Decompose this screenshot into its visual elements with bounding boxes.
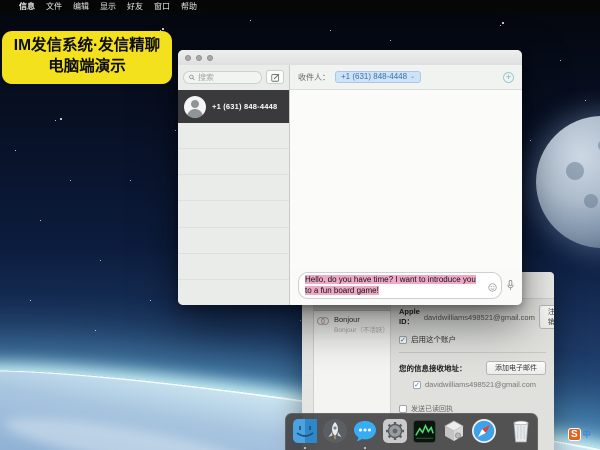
search-icon — [189, 74, 195, 81]
dock-icon-launchpad[interactable] — [322, 418, 348, 445]
conversation-list — [178, 123, 289, 305]
add-email-button[interactable]: 添加电子邮件 — [486, 361, 546, 375]
to-bar: 收件人： +1 (631) 848-4448 ⌄ + — [290, 65, 522, 90]
empty-row — [178, 175, 289, 201]
empty-row — [178, 123, 289, 149]
bonjour-title: Bonjour — [334, 315, 387, 324]
compose-icon — [271, 73, 280, 82]
system-preferences-gear-icon — [382, 418, 408, 444]
menu-item-window[interactable]: 窗口 — [154, 1, 170, 12]
launchpad-rocket-icon — [322, 418, 348, 444]
message-transcript — [290, 90, 522, 268]
account-row-bonjour[interactable]: Bonjour Bonjour（不活跃） — [314, 311, 390, 338]
apple-id-value: davidwilliams498521@gmail.com — [424, 313, 535, 322]
enable-account-checkbox[interactable]: ✓ — [399, 336, 407, 344]
safari-compass-icon — [471, 418, 497, 444]
menu-item-edit[interactable]: 编辑 — [73, 1, 89, 12]
compose-button[interactable] — [266, 70, 284, 84]
watermark-marks: ⁺˖ — [593, 431, 600, 438]
avatar — [184, 96, 206, 118]
read-receipt-checkbox[interactable] — [399, 405, 407, 413]
watermark: S 中 ⁺˖ — [568, 428, 600, 441]
finder-icon — [292, 418, 318, 444]
moon — [536, 116, 600, 248]
menu-item-buddies[interactable]: 好友 — [127, 1, 143, 12]
promo-banner-line2: 电脑端演示 — [6, 57, 168, 78]
menu-item-file[interactable]: 文件 — [46, 1, 62, 12]
menu-item-view[interactable]: 显示 — [100, 1, 116, 12]
divider — [399, 352, 546, 353]
receive-address-label: 您的信息接收地址： — [399, 363, 467, 374]
empty-row — [178, 254, 289, 280]
dock-icon-activity-monitor[interactable] — [412, 418, 437, 445]
dock — [285, 413, 538, 450]
watermark-text: 中 — [583, 429, 591, 440]
menu-item-messages[interactable]: 信息 — [19, 1, 35, 12]
menu-bar: 信息 文件 编辑 显示 好友 窗口 帮助 — [0, 0, 600, 13]
moon-crater — [566, 162, 584, 180]
search-field[interactable] — [183, 71, 262, 84]
microphone-icon[interactable] — [507, 278, 514, 299]
bonjour-subtitle: Bonjour（不活跃） — [334, 324, 387, 334]
dock-icon-system-preferences[interactable] — [382, 418, 408, 445]
empty-row — [178, 280, 289, 305]
search-input[interactable] — [198, 73, 256, 82]
message-input[interactable]: Hello, do you have time? I want to intro… — [298, 272, 502, 299]
add-recipient-button[interactable]: + — [503, 72, 514, 83]
running-indicator — [304, 447, 306, 449]
bonjour-icon — [317, 315, 330, 328]
moon-crater — [584, 194, 598, 208]
cloud — [2, 407, 264, 450]
email-checkbox-label: davidwilliams498521@gmail.com — [425, 380, 536, 389]
recipient-pill[interactable]: +1 (631) 848-4448 ⌄ — [335, 71, 421, 83]
messages-icon — [352, 418, 378, 444]
zoom-button[interactable] — [207, 55, 213, 61]
recipient-value: +1 (631) 848-4448 — [341, 72, 407, 81]
dock-icon-finder[interactable] — [292, 418, 318, 445]
watermark-badge: S — [568, 428, 581, 441]
promo-banner: IM发信系统·发信精聊 电脑端演示 — [2, 31, 172, 84]
empty-row — [178, 149, 289, 175]
installer-icon — [441, 418, 467, 444]
title-bar[interactable] — [178, 50, 522, 65]
dock-icon-trash[interactable] — [509, 418, 533, 445]
email-checkbox[interactable]: ✓ — [413, 381, 421, 389]
desktop: 信息 文件 编辑 显示 好友 窗口 帮助 IM发信系统·发信精聊 电脑端演示 B… — [0, 0, 600, 450]
minimize-button[interactable] — [196, 55, 202, 61]
apple-id-label: Apple ID： — [399, 307, 420, 327]
dock-icon-installer[interactable] — [441, 418, 467, 445]
conversation-name: +1 (631) 848-4448 — [212, 102, 277, 111]
message-draft-text: Hello, do you have time? I want to intro… — [305, 275, 476, 294]
chat-pane: 收件人： +1 (631) 848-4448 ⌄ + Hello, do you… — [290, 65, 522, 305]
empty-row — [178, 201, 289, 227]
to-label: 收件人： — [298, 72, 330, 83]
conversation-row[interactable]: +1 (631) 848-4448 — [178, 90, 289, 123]
close-button[interactable] — [185, 55, 191, 61]
messages-window: +1 (631) 848-4448 收件人： +1 (631) 848-4448 — [178, 50, 522, 305]
sign-out-button[interactable]: 注销 — [539, 305, 554, 329]
message-input-bar: Hello, do you have time? I want to intro… — [290, 268, 522, 305]
empty-row — [178, 228, 289, 254]
trash-icon — [509, 418, 533, 444]
promo-banner-line1: IM发信系统·发信精聊 — [6, 36, 168, 57]
emoji-picker-icon[interactable] — [488, 283, 497, 295]
dock-icon-safari[interactable] — [471, 418, 497, 445]
chevron-down-icon: ⌄ — [410, 73, 415, 80]
menu-item-help[interactable]: 帮助 — [181, 1, 197, 12]
conversation-sidebar: +1 (631) 848-4448 — [178, 65, 290, 305]
enable-account-label: 启用这个账户 — [411, 334, 456, 345]
running-indicator — [364, 447, 366, 449]
activity-monitor-icon — [412, 419, 437, 444]
dock-icon-messages[interactable] — [352, 418, 378, 445]
